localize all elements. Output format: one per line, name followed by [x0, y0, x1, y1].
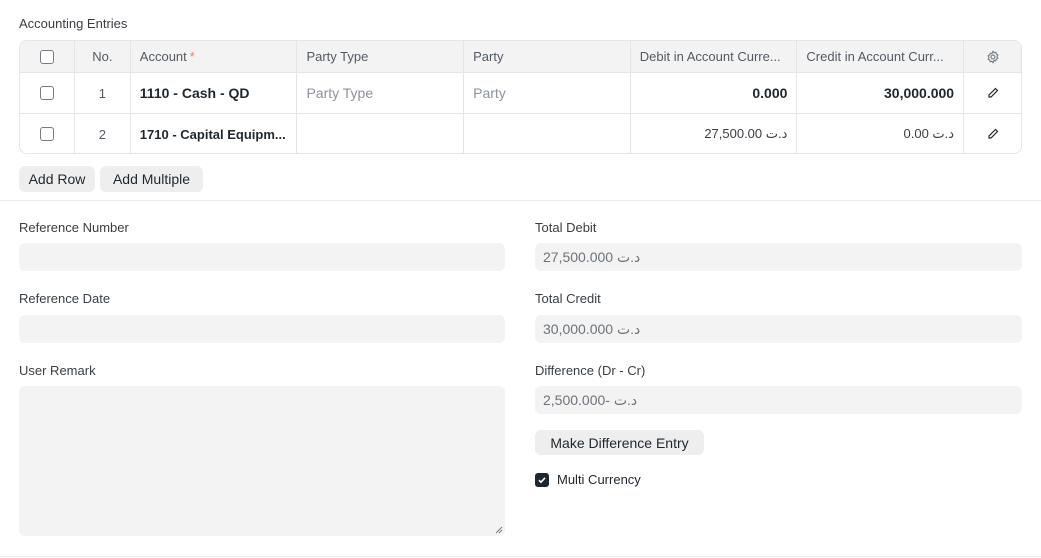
total-debit-label: Total Debit	[535, 220, 597, 235]
row-credit[interactable]: 30,000.000	[797, 73, 965, 113]
row-credit[interactable]: د.ت 0.00	[797, 114, 965, 153]
difference-field: د.ت -2,500.000	[535, 386, 1022, 414]
reference-number-label: Reference Number	[19, 220, 129, 235]
accounting-entries-table: No. Account * Party Type Party Debit in A…	[19, 40, 1022, 154]
header-account: Account *	[131, 41, 298, 72]
reference-date-label: Reference Date	[19, 291, 111, 306]
row-party[interactable]: Party	[464, 73, 631, 113]
multi-currency-row[interactable]: Multi Currency	[535, 472, 641, 487]
table-row[interactable]: 1 1110 - Cash - QD Party Type Party 0.00…	[20, 73, 1021, 114]
row-edit-button[interactable]	[964, 114, 1021, 153]
multi-currency-label: Multi Currency	[557, 472, 641, 487]
user-remark-label: User Remark	[19, 363, 96, 378]
total-credit-label: Total Credit	[535, 291, 601, 306]
pencil-icon	[987, 87, 998, 98]
row-party-type[interactable]: Party Type	[297, 73, 465, 113]
row-no: 1	[75, 73, 131, 113]
row-party-type[interactable]	[297, 114, 465, 153]
row-debit[interactable]: د.ت 27,500.00	[631, 114, 798, 153]
table-header-row: No. Account * Party Type Party Debit in A…	[20, 41, 1021, 73]
bottom-divider	[0, 556, 1041, 557]
total-credit-field: د.ت 30,000.000	[535, 315, 1022, 343]
row-account[interactable]: 1710 - Capital Equipm...	[131, 114, 298, 153]
row-checkbox[interactable]	[39, 127, 54, 141]
add-row-button[interactable]: Add Row	[19, 166, 95, 192]
resize-handle-icon[interactable]	[495, 526, 503, 534]
select-all-cell	[20, 41, 75, 72]
user-remark-textarea[interactable]	[19, 386, 505, 536]
reference-number-input[interactable]	[19, 243, 505, 271]
total-debit-field: د.ت 27,500.000	[535, 243, 1022, 271]
header-credit: Credit in Account Curr...	[797, 41, 965, 72]
row-select-cell	[20, 73, 75, 113]
section-title: Accounting Entries	[19, 16, 128, 31]
row-checkbox[interactable]	[39, 86, 54, 100]
header-party: Party	[464, 41, 631, 72]
required-mark: *	[189, 49, 195, 64]
make-difference-entry-button[interactable]: Make Difference Entry	[535, 430, 704, 455]
row-select-cell	[20, 114, 75, 153]
reference-date-input[interactable]	[19, 315, 505, 343]
row-no: 2	[75, 114, 131, 153]
multi-currency-checkbox[interactable]	[535, 472, 549, 487]
pencil-icon	[987, 128, 998, 139]
header-debit: Debit in Account Curre...	[631, 41, 798, 72]
difference-label: Difference (Dr - Cr)	[535, 363, 646, 378]
header-party-type: Party Type	[297, 41, 465, 72]
add-multiple-button[interactable]: Add Multiple	[100, 166, 203, 192]
row-account[interactable]: 1110 - Cash - QD	[131, 73, 298, 113]
row-party[interactable]	[464, 114, 631, 153]
row-edit-button[interactable]	[964, 73, 1021, 113]
header-account-label: Account	[139, 49, 187, 64]
section-divider	[0, 200, 1041, 201]
gear-icon	[986, 49, 999, 64]
row-debit[interactable]: 0.000	[631, 73, 798, 113]
checkmark-icon	[538, 476, 546, 483]
column-settings-button[interactable]	[964, 41, 1021, 72]
table-row[interactable]: 2 1710 - Capital Equipm... د.ت 27,500.00…	[20, 114, 1021, 153]
header-no: No.	[75, 41, 131, 72]
select-all-checkbox[interactable]	[39, 49, 54, 64]
